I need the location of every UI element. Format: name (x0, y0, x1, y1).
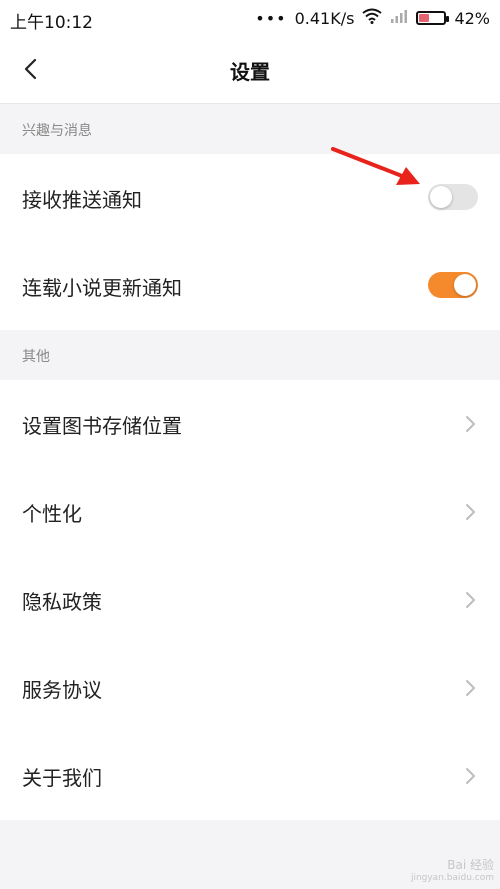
battery-percent: 42% (454, 8, 490, 28)
status-right: ••• 0.41K/s 42% (255, 8, 490, 28)
row-storage-location[interactable]: 设置图书存储位置 (0, 380, 500, 468)
row-personalization[interactable]: 个性化 (0, 468, 500, 556)
row-label: 隐私政策 (22, 589, 102, 614)
watermark: Bai 经验 jingyan.baidu.com (411, 856, 494, 883)
battery-level (419, 14, 430, 22)
row-service-agreement[interactable]: 服务协议 (0, 644, 500, 732)
row-label: 设置图书存储位置 (22, 413, 182, 438)
watermark-url: jingyan.baidu.com (410, 873, 494, 883)
toggle-knob (454, 274, 476, 296)
section-title: 其他 (22, 349, 50, 365)
row-label: 个性化 (22, 501, 82, 526)
battery-icon (416, 11, 450, 25)
top-bar: 设置 (0, 36, 500, 104)
chevron-right-icon (466, 680, 475, 696)
serial-update-toggle[interactable] (428, 272, 478, 298)
chevron-right-icon (466, 416, 475, 432)
toggle-knob (430, 186, 452, 208)
section-header-other: 其他 (0, 330, 500, 380)
row-label: 服务协议 (22, 677, 102, 702)
row-label: 连载小说更新通知 (22, 275, 182, 300)
annotation-arrow-icon (331, 147, 420, 185)
settings-screen: 上午10:12 ••• 0.41K/s 42% 设置 兴趣与消息 接收推送通知 … (0, 0, 500, 889)
chevron-right-icon (466, 592, 475, 608)
watermark-logo: Bai 经验 (447, 858, 494, 872)
network-speed: 0.41K/s (294, 8, 355, 28)
battery-nub (446, 16, 450, 22)
section-title: 兴趣与消息 (22, 123, 92, 139)
row-about-us[interactable]: 关于我们 (0, 732, 500, 820)
push-notifications-toggle[interactable] (428, 184, 478, 210)
row-label: 接收推送通知 (22, 187, 142, 212)
signal-icon (390, 8, 408, 28)
chevron-right-icon (466, 504, 475, 520)
status-time: 上午10:12 (10, 13, 93, 33)
notification-dots: ••• (255, 8, 287, 28)
row-serial-update-notifications[interactable]: 连载小说更新通知 (0, 242, 500, 330)
page-title: 设置 (230, 60, 270, 84)
wifi-icon (362, 8, 383, 28)
chevron-right-icon (466, 768, 475, 784)
row-label: 关于我们 (22, 765, 102, 790)
status-bar: 上午10:12 ••• 0.41K/s 42% (0, 0, 500, 36)
row-privacy-policy[interactable]: 隐私政策 (0, 556, 500, 644)
